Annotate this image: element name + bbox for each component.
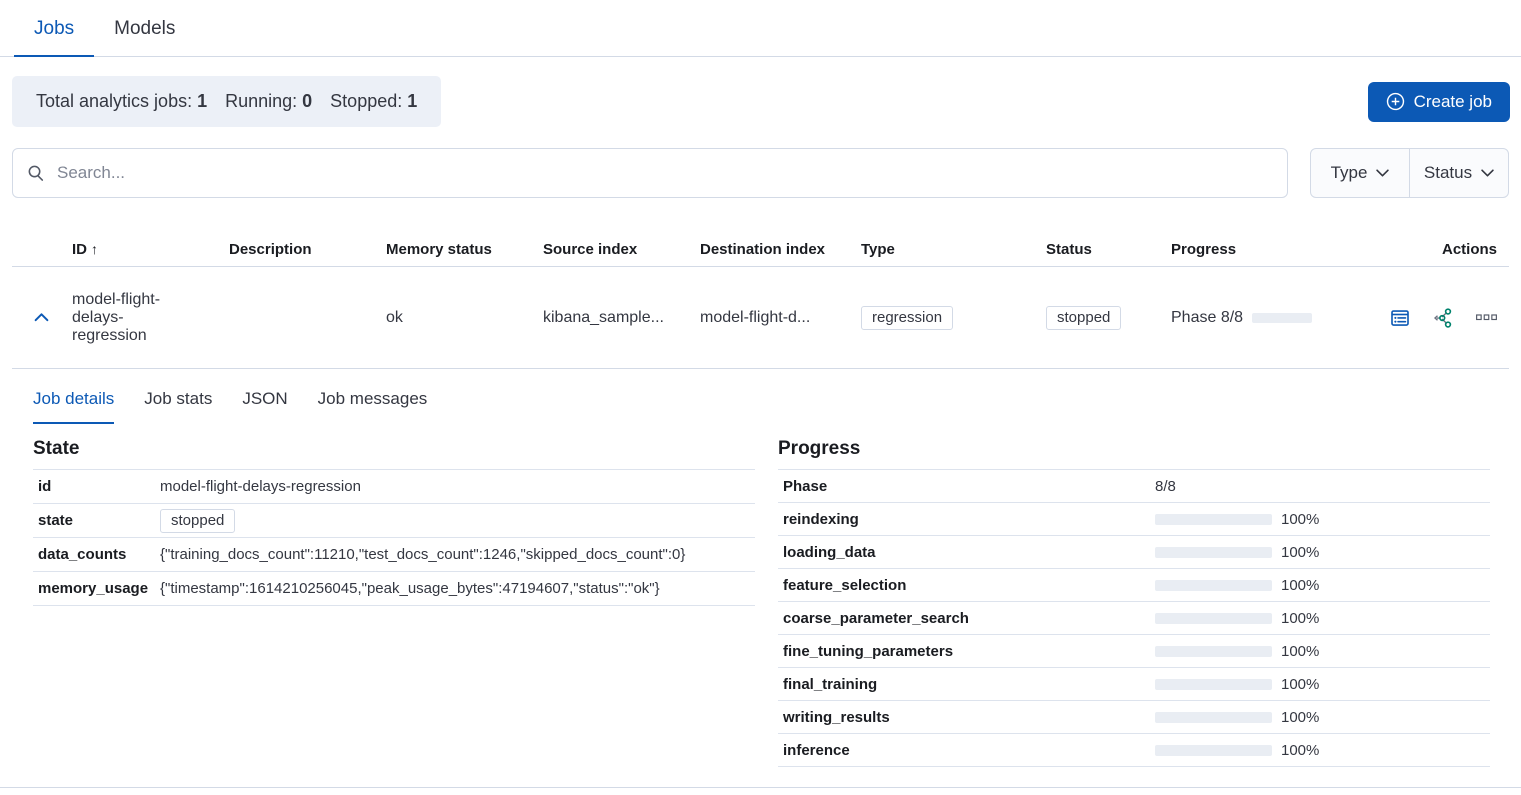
status-badge: stopped: [1046, 306, 1121, 330]
phase-count: 8/8: [1155, 478, 1176, 495]
page-bottom-divider: [0, 787, 1521, 788]
state-row-state: state stopped: [33, 504, 755, 538]
header-cell-destination-index[interactable]: Destination index: [700, 241, 861, 258]
primary-tabs: Jobs Models: [0, 0, 1521, 57]
progress-row-reindexing: reindexing 100%: [778, 503, 1490, 536]
job-details-list-icon: [1390, 308, 1410, 328]
ellipsis-boxes-icon: [1476, 314, 1497, 321]
view-job-details-button[interactable]: [1390, 308, 1410, 328]
tab-jobs[interactable]: Jobs: [14, 4, 94, 57]
progress-phase-label: Phase 8/8: [1171, 309, 1243, 327]
status-filter-label: Status: [1424, 163, 1472, 183]
status-filter-button[interactable]: Status: [1409, 149, 1508, 197]
running-jobs-count: 0: [302, 91, 312, 111]
progress-bar: [1155, 613, 1272, 624]
total-jobs-count: 1: [197, 91, 207, 111]
tab-jobs-label: Jobs: [34, 18, 74, 39]
analytics-jobs-table: ID↑ Description Memory status Source ind…: [12, 232, 1509, 767]
search-icon: [27, 164, 45, 182]
plus-circle-icon: [1386, 92, 1405, 111]
table-row: model-flight-delays-regression ok kibana…: [12, 267, 1509, 369]
more-actions-button[interactable]: [1476, 314, 1497, 321]
row-cell-source-index: kibana_sample...: [543, 309, 700, 327]
state-panel: State id model-flight-delays-regression …: [33, 438, 755, 606]
details-tabs: Job details Job stats JSON Job messages: [12, 369, 1509, 424]
progress-panel: Progress Phase 8/8 reindexing 100% loadi…: [778, 438, 1490, 767]
chevron-up-icon: [34, 312, 49, 322]
scatterplot-matrix-icon: [1433, 308, 1453, 328]
progress-row-inference: inference 100%: [778, 734, 1490, 767]
row-cell-expand: [12, 309, 72, 327]
row-cell-progress: Phase 8/8: [1171, 309, 1351, 327]
details-panels: State id model-flight-delays-regression …: [33, 438, 1509, 767]
expanded-row-details: Job details Job stats JSON Job messages …: [12, 369, 1509, 767]
header-cell-progress[interactable]: Progress: [1171, 241, 1351, 258]
progress-bar: [1155, 547, 1272, 558]
tab-models-label: Models: [114, 18, 175, 39]
progress-row-writing-results: writing_results 100%: [778, 701, 1490, 734]
state-panel-title: State: [33, 438, 755, 470]
state-stopped-badge: stopped: [160, 509, 235, 533]
search-box: [12, 148, 1288, 198]
tab-job-messages[interactable]: Job messages: [318, 377, 428, 424]
progress-row-final-training: final_training 100%: [778, 668, 1490, 701]
progress-bar: [1155, 514, 1272, 525]
chevron-down-icon: [1481, 169, 1494, 177]
progress-bar: [1155, 580, 1272, 591]
progress-row-phase: Phase 8/8: [778, 470, 1490, 503]
state-row-id: id model-flight-delays-regression: [33, 470, 755, 504]
sort-asc-icon: ↑: [91, 241, 98, 257]
row-cell-memory-status: ok: [386, 309, 543, 327]
stopped-jobs-count: 1: [407, 91, 417, 111]
state-row-data-counts: data_counts {"training_docs_count":11210…: [33, 538, 755, 572]
header-cell-status[interactable]: Status: [1046, 241, 1171, 258]
row-cell-actions: [1351, 308, 1509, 328]
search-input[interactable]: [57, 163, 1273, 183]
jobs-toolbar: Total analytics jobs:1 Running:0 Stopped…: [12, 76, 1510, 127]
state-row-memory-usage: memory_usage {"timestamp":1614210256045,…: [33, 572, 755, 606]
progress-row-loading-data: loading_data 100%: [778, 536, 1490, 569]
create-job-label: Create job: [1414, 92, 1492, 112]
tab-models[interactable]: Models: [94, 4, 195, 57]
row-cell-status: stopped: [1046, 306, 1171, 330]
header-cell-actions: Actions: [1351, 241, 1509, 258]
view-scatterplot-matrix-button[interactable]: [1433, 308, 1453, 328]
chevron-down-icon: [1376, 169, 1389, 177]
type-badge: regression: [861, 306, 953, 330]
type-filter-label: Type: [1331, 163, 1368, 183]
header-cell-source-index[interactable]: Source index: [543, 241, 700, 258]
row-cell-id: model-flight-delays-regression: [72, 291, 229, 345]
tab-job-details[interactable]: Job details: [33, 377, 114, 424]
type-filter-button[interactable]: Type: [1311, 149, 1409, 197]
create-job-button[interactable]: Create job: [1368, 82, 1510, 122]
row-progress-bar: [1252, 313, 1312, 323]
progress-panel-title: Progress: [778, 438, 1490, 470]
tab-job-stats[interactable]: Job stats: [144, 377, 212, 424]
progress-bar: [1155, 679, 1272, 690]
table-header-row: ID↑ Description Memory status Source ind…: [12, 232, 1509, 267]
jobs-stats-bar: Total analytics jobs:1 Running:0 Stopped…: [12, 76, 441, 127]
header-cell-id[interactable]: ID↑: [72, 241, 229, 258]
progress-row-feature-selection: feature_selection 100%: [778, 569, 1490, 602]
progress-bar: [1155, 646, 1272, 657]
search-filter-bar: Type Status: [12, 148, 1509, 198]
progress-bar: [1155, 712, 1272, 723]
running-jobs-stat: Running:0: [225, 91, 312, 112]
total-jobs-stat: Total analytics jobs:1: [36, 91, 207, 112]
tab-json[interactable]: JSON: [242, 377, 287, 424]
row-cell-destination-index: model-flight-d...: [700, 309, 861, 327]
header-cell-memory-status[interactable]: Memory status: [386, 241, 543, 258]
collapse-row-button[interactable]: [34, 312, 49, 322]
progress-row-fine-tuning-parameters: fine_tuning_parameters 100%: [778, 635, 1490, 668]
progress-bar: [1155, 745, 1272, 756]
header-cell-type[interactable]: Type: [861, 241, 1046, 258]
filter-group: Type Status: [1310, 148, 1509, 198]
stopped-jobs-stat: Stopped:1: [330, 91, 417, 112]
progress-row-coarse-parameter-search: coarse_parameter_search 100%: [778, 602, 1490, 635]
header-cell-description[interactable]: Description: [229, 241, 386, 258]
row-cell-type: regression: [861, 306, 1046, 330]
